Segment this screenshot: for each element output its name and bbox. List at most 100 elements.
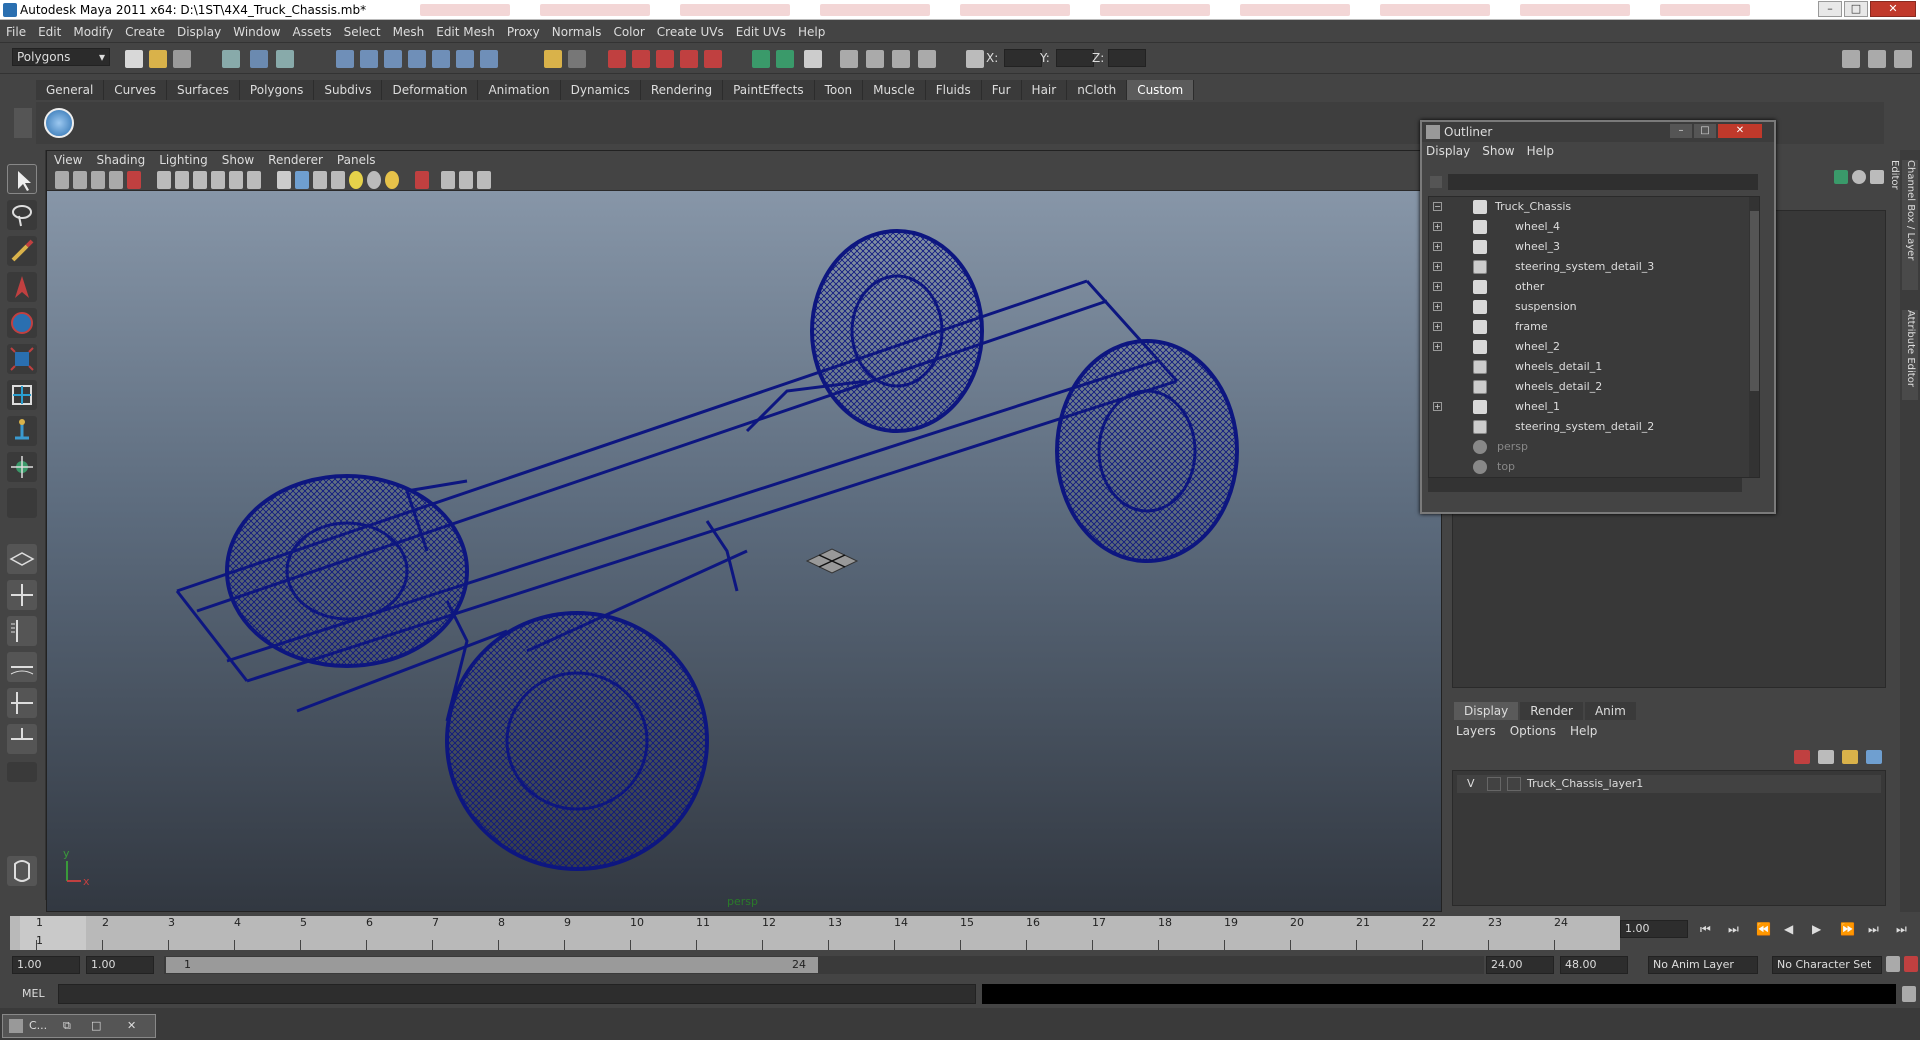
outliner-item[interactable]: + suspension: [1429, 297, 1745, 317]
input-line-icon[interactable]: [752, 50, 770, 68]
snap-plane-icon[interactable]: [408, 50, 426, 68]
select-hierarchy-icon[interactable]: [222, 50, 240, 68]
viewport-menu-show[interactable]: Show: [215, 151, 261, 169]
rotate-tool-icon[interactable]: [7, 308, 37, 338]
toolbar-icon[interactable]: [866, 50, 884, 68]
move-tool-icon[interactable]: [7, 272, 37, 302]
play-backward-icon[interactable]: ◀: [1784, 922, 1793, 936]
expand-toggle[interactable]: +: [1433, 342, 1442, 351]
menu-file[interactable]: File: [0, 21, 32, 43]
select-camera-icon[interactable]: [55, 171, 69, 189]
outliner-item[interactable]: wheels_detail_2: [1429, 377, 1745, 397]
render-settings-icon[interactable]: [656, 50, 674, 68]
step-forward-key-icon[interactable]: ⏩: [1840, 922, 1855, 936]
toolbar-icon[interactable]: [918, 50, 936, 68]
field-chart-icon[interactable]: [229, 171, 243, 189]
menu-create-uvs[interactable]: Create UVs: [651, 21, 730, 43]
viewport-menu-view[interactable]: View: [47, 151, 89, 169]
new-layer-assign-icon[interactable]: [1866, 750, 1882, 764]
y-field[interactable]: [1056, 49, 1094, 67]
menu-create[interactable]: Create: [119, 21, 171, 43]
go-to-start-icon[interactable]: ⏮: [1700, 922, 1711, 937]
layer-menu-options[interactable]: Options: [1510, 724, 1556, 738]
time-slider[interactable]: 1 1 2 3 4 5 6 7 8 9 10 11 12 13 14 15 16…: [10, 916, 1622, 950]
script-editor-toggle-icon[interactable]: [1902, 986, 1916, 1002]
menu-edit-mesh[interactable]: Edit Mesh: [430, 21, 501, 43]
menu-modify[interactable]: Modify: [67, 21, 119, 43]
maximize-button[interactable]: □: [1844, 1, 1868, 17]
layer-playback-toggle[interactable]: [1487, 777, 1501, 791]
new-scene-icon[interactable]: [125, 50, 143, 68]
render-view-icon[interactable]: [704, 50, 722, 68]
toolbar-icon[interactable]: [840, 50, 858, 68]
render-current-icon[interactable]: [608, 50, 626, 68]
shadows-icon[interactable]: [385, 171, 399, 189]
outliner-item[interactable]: steering_system_detail_2: [1429, 417, 1745, 437]
outliner-item[interactable]: top: [1429, 457, 1745, 477]
close-icon[interactable]: ✕: [127, 1015, 136, 1037]
command-language-label[interactable]: MEL: [22, 987, 45, 1000]
script-editor-icon[interactable]: [7, 856, 37, 886]
open-scene-icon[interactable]: [149, 50, 167, 68]
custom-tool-icon[interactable]: [44, 108, 74, 138]
snap-view-icon[interactable]: [456, 50, 474, 68]
layer-name[interactable]: Truck_Chassis_layer1: [1527, 777, 1643, 790]
shelf-tab-dynamics[interactable]: Dynamics: [560, 80, 641, 100]
new-layer-selected-icon[interactable]: [1842, 750, 1858, 764]
outliner-item[interactable]: persp: [1429, 437, 1745, 457]
viewport-menu-shading[interactable]: Shading: [89, 151, 152, 169]
outliner-menu-display[interactable]: Display: [1426, 144, 1470, 158]
wireframe-on-shaded-icon[interactable]: [313, 171, 327, 189]
scale-tool-icon[interactable]: [7, 344, 37, 374]
shelf-tab-fur[interactable]: Fur: [981, 80, 1022, 100]
playback-start-field[interactable]: 1.00: [86, 956, 154, 974]
ipr-render-icon[interactable]: [632, 50, 650, 68]
side-tab-channel-box[interactable]: Channel Box / Layer Editor: [1889, 160, 1918, 290]
step-back-key-icon[interactable]: ⏪: [1756, 922, 1771, 936]
toolbar-icon[interactable]: [892, 50, 910, 68]
viewport-menu-lighting[interactable]: Lighting: [152, 151, 215, 169]
shelf-menu-icon[interactable]: [14, 108, 32, 138]
outliner-item[interactable]: + other: [1429, 277, 1745, 297]
shelf-tab-rendering[interactable]: Rendering: [640, 80, 724, 100]
isolate-select-icon[interactable]: [415, 171, 429, 189]
last-tool-icon[interactable]: [7, 488, 37, 518]
shelf-tab-general[interactable]: General: [36, 80, 105, 100]
collapse-toggle[interactable]: −: [1433, 202, 1442, 211]
grease-pencil-icon[interactable]: [127, 171, 141, 189]
playback-end-field[interactable]: 24.00: [1486, 956, 1554, 974]
menu-normals[interactable]: Normals: [546, 21, 608, 43]
menu-mesh[interactable]: Mesh: [387, 21, 431, 43]
snap-curve-icon[interactable]: [360, 50, 378, 68]
command-input[interactable]: [58, 984, 976, 1004]
shelf-tab-fluids[interactable]: Fluids: [925, 80, 982, 100]
outliner-search-input[interactable]: [1448, 174, 1758, 190]
new-layer-icon[interactable]: [1818, 750, 1834, 764]
textured-icon[interactable]: [331, 171, 345, 189]
snap-grid-icon[interactable]: [336, 50, 354, 68]
outliner-vertical-scrollbar[interactable]: [1749, 197, 1759, 477]
maximize-icon[interactable]: □: [91, 1015, 101, 1037]
shelf-tab-muscle[interactable]: Muscle: [863, 80, 926, 100]
shelf-tab-toon[interactable]: Toon: [814, 80, 864, 100]
restore-icon[interactable]: ⧉: [63, 1015, 71, 1037]
hypershade-icon[interactable]: [680, 50, 698, 68]
layout-options-icon[interactable]: [7, 762, 37, 782]
soft-modification-icon[interactable]: [7, 416, 37, 446]
expand-toggle[interactable]: +: [1433, 402, 1442, 411]
filter-icon[interactable]: [1430, 176, 1442, 188]
wireframe-icon[interactable]: [277, 171, 291, 189]
layout-hypershade-persp-icon[interactable]: [7, 688, 37, 718]
all-lights-icon[interactable]: [367, 171, 381, 189]
3d-scene[interactable]: y x persp: [47, 191, 1441, 911]
attribute-editor-toggle-icon[interactable]: [1842, 50, 1860, 68]
menu-color[interactable]: Color: [607, 21, 650, 43]
animation-end-field[interactable]: 48.00: [1560, 956, 1628, 974]
default-light-icon[interactable]: [349, 171, 363, 189]
range-slider-handle[interactable]: 1 24: [166, 957, 818, 973]
expand-toggle[interactable]: +: [1433, 242, 1442, 251]
step-forward-icon[interactable]: ⏭: [1868, 922, 1879, 937]
selection-field-icon[interactable]: [776, 50, 794, 68]
outliner-maximize-button[interactable]: □: [1694, 124, 1716, 138]
layer-visibility-toggle[interactable]: V: [1467, 777, 1475, 790]
